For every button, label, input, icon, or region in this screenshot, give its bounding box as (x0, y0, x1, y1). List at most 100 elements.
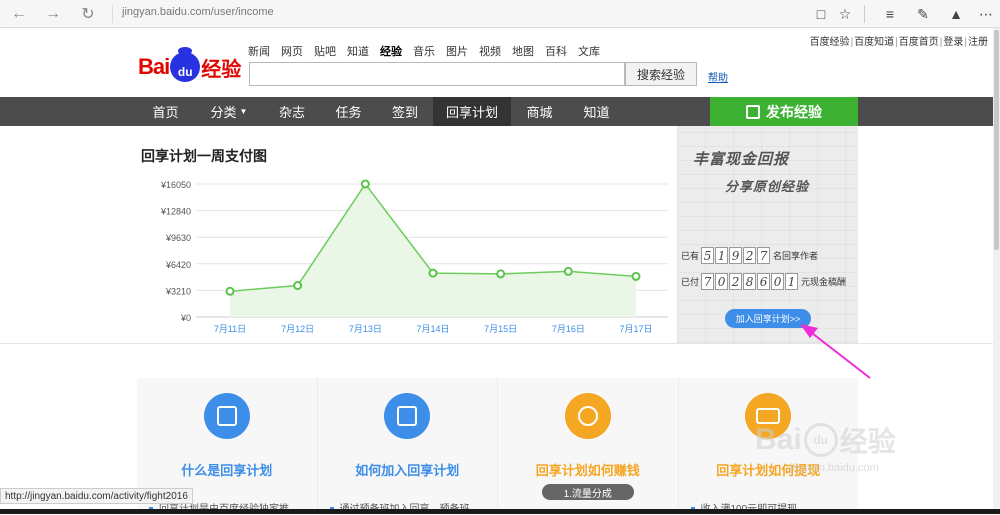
x-tick-label: 7月17日 (619, 324, 652, 334)
share-icon[interactable]: ▲ (946, 4, 966, 24)
counter-digit: 2 (729, 273, 743, 290)
promo-slogan-line2: 分享原创经验 (725, 180, 810, 195)
data-point (293, 281, 303, 291)
author-count-digits: 51927 (701, 247, 771, 264)
data-point (496, 269, 506, 279)
nav-checkin[interactable]: 签到 (377, 97, 433, 126)
counter-digit: 8 (743, 273, 757, 290)
category-nav: 新闻 网页 贴吧 知道 经验 音乐 图片 视频 地图 百科 文库 (248, 43, 611, 59)
payout-counter: 已付 7028601 元现金稿酬 (681, 273, 847, 290)
more-icon[interactable]: ⋯ (976, 4, 996, 24)
favorite-star-icon[interactable]: ☆ (835, 4, 855, 24)
y-tick-label: ¥0 (180, 313, 191, 323)
counter-digit: 0 (771, 273, 785, 290)
author-counter: 已有 51927 名回享作者 (681, 247, 819, 264)
counter-digit: 9 (729, 247, 743, 264)
book-icon (203, 393, 250, 439)
category-video[interactable]: 视频 (479, 43, 501, 59)
area-fill (230, 184, 636, 317)
top-links: 百度经验|百度知道|百度首页|登录|注册 (809, 37, 988, 48)
category-map[interactable]: 地图 (512, 43, 534, 59)
browser-toolbar: ← → ↻ jingyan.baidu.com/user/income □ ☆ … (0, 0, 1000, 28)
forward-icon[interactable]: → (42, 4, 64, 24)
x-tick-label: 7月16日 (552, 324, 585, 334)
counter-digit: 5 (701, 247, 715, 264)
payment-chart: ¥0 ¥3210 ¥6420 ¥9630 ¥12840 ¥16050 7月11日 7月12日 7… (160, 179, 668, 334)
search-input[interactable] (249, 62, 625, 86)
traffic-share-tag[interactable]: 1.流量分成 (541, 484, 634, 500)
chevron-down-icon: ▼ (239, 107, 248, 116)
baidu-watermark: Bai du 经验 (755, 423, 896, 457)
data-point (563, 266, 573, 276)
top-link-zhidao[interactable]: 百度知道 (854, 37, 894, 48)
money-bag-icon (564, 393, 611, 439)
category-music[interactable]: 音乐 (413, 43, 435, 59)
data-point (360, 179, 370, 189)
x-tick-label: 7月14日 (416, 324, 449, 334)
paw-icon: du (170, 47, 201, 82)
watermark-url: jingyan.baidu.com (790, 462, 879, 474)
nav-category[interactable]: 分类 ▼ (194, 97, 264, 126)
baidu-jingyan-logo[interactable]: Bai du 经验 (138, 47, 241, 84)
taskbar-edge (0, 509, 1000, 514)
promo-slogan-line1: 丰富现金回报 (693, 150, 790, 168)
card-how-to-join[interactable]: 如何加入回享计划 通过预备班加入回享，预备班 (318, 378, 498, 515)
category-web[interactable]: 网页 (281, 43, 303, 59)
top-link-jingyan[interactable]: 百度经验 (810, 37, 850, 48)
url-divider (112, 5, 113, 23)
top-link-home[interactable]: 百度首页 (899, 37, 939, 48)
edit-icon (746, 104, 760, 119)
y-tick-label: ¥12840 (160, 207, 191, 217)
data-point (631, 271, 641, 281)
pen-form-icon (384, 393, 431, 439)
category-news[interactable]: 新闻 (248, 43, 270, 59)
hub-icon[interactable]: ≡ (880, 4, 900, 24)
x-tick-label: 7月12日 (281, 324, 314, 334)
login-link[interactable]: 登录 (943, 37, 963, 48)
category-baike[interactable]: 百科 (545, 43, 567, 59)
nav-home[interactable]: 首页 (137, 97, 194, 126)
data-point (225, 286, 235, 296)
category-zhidao[interactable]: 知道 (347, 43, 369, 59)
refresh-icon[interactable]: ↻ (77, 4, 99, 24)
reading-view-icon[interactable]: □ (811, 4, 831, 24)
nav-tasks[interactable]: 任务 (320, 97, 377, 126)
address-bar[interactable]: jingyan.baidu.com/user/income (122, 6, 274, 18)
publish-button[interactable]: 发布经验 (710, 97, 858, 126)
category-tieba[interactable]: 贴吧 (314, 43, 336, 59)
nav-magazine[interactable]: 杂志 (264, 97, 320, 126)
nav-zhidao[interactable]: 知道 (568, 97, 625, 126)
category-jingyan[interactable]: 经验 (380, 43, 402, 59)
counter-digit: 2 (743, 247, 757, 264)
category-images[interactable]: 图片 (446, 43, 468, 59)
back-icon[interactable]: ← (8, 4, 30, 24)
chart-title: 回享计划一周支付图 (141, 148, 267, 164)
counter-digit: 6 (757, 273, 771, 290)
payout-amount-digits: 7028601 (701, 273, 799, 290)
note-icon[interactable]: ✎ (913, 4, 933, 24)
category-wenku[interactable]: 文库 (578, 43, 600, 59)
search-button[interactable]: 搜索经验 (625, 62, 697, 86)
card-how-to-earn[interactable]: 回享计划如何赚钱 1.流量分成 (498, 378, 679, 514)
counter-digit: 0 (715, 273, 729, 290)
register-link[interactable]: 注册 (968, 37, 988, 48)
counter-digit: 1 (785, 273, 799, 290)
counter-digit: 7 (757, 247, 771, 264)
info-cards: 什么是回享计划 回享计划是由百度经验独家推 如何加入回享计划 通过预备班加入回享… (137, 378, 858, 515)
x-tick-label: 7月13日 (349, 324, 382, 334)
annotation-arrow (800, 324, 871, 379)
counter-digit: 1 (715, 247, 729, 264)
nav-mall[interactable]: 商城 (511, 97, 568, 126)
y-tick-label: ¥9630 (165, 233, 191, 243)
y-tick-label: ¥6420 (165, 260, 191, 270)
status-bar-url: http://jingyan.baidu.com/activity/fight2… (0, 488, 193, 504)
toolbar-divider (864, 5, 865, 23)
scrollbar-thumb[interactable] (994, 30, 999, 250)
help-link[interactable]: 帮助 (708, 69, 728, 84)
data-point (428, 268, 438, 278)
nav-huixiang[interactable]: 回享计划 (433, 97, 511, 126)
x-tick-label: 7月15日 (484, 324, 517, 334)
counter-digit: 7 (701, 273, 715, 290)
x-tick-label: 7月11日 (214, 324, 246, 334)
y-tick-label: ¥3210 (165, 286, 191, 296)
